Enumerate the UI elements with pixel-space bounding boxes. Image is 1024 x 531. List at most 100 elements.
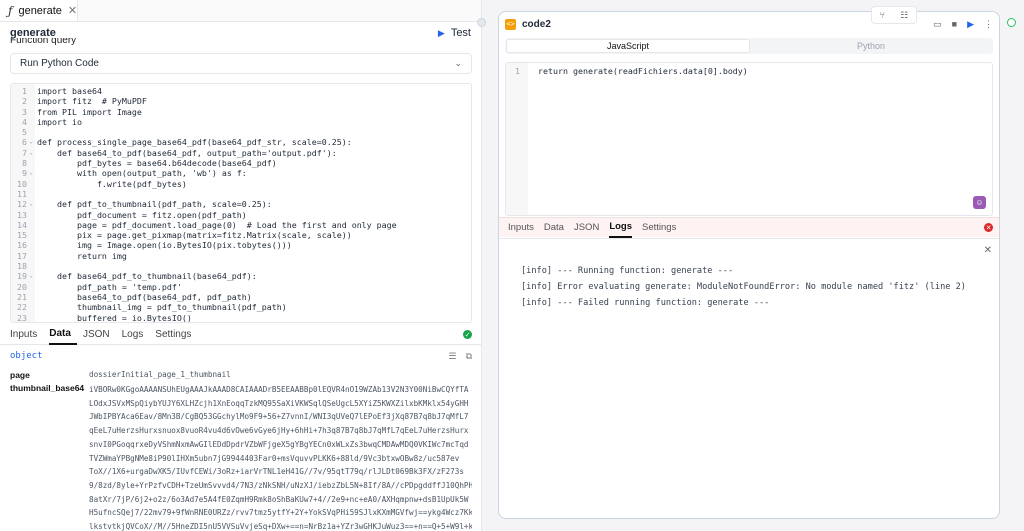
close-icon[interactable]: ✕	[984, 245, 992, 256]
code-text: return img	[37, 250, 127, 261]
node-toolbar: ⑂ ☷	[871, 6, 917, 24]
fold-chevron-icon[interactable]	[27, 313, 35, 322]
lang-python[interactable]: Python	[750, 39, 992, 53]
code-text: thumbnail_img = pdf_to_thumbnail(pdf_pat…	[37, 302, 287, 313]
line-number: 22	[17, 302, 27, 313]
fold-chevron-icon[interactable]	[27, 127, 35, 137]
tab-logs[interactable]: Logs	[122, 325, 150, 345]
lang-javascript[interactable]: JavaScript	[506, 39, 750, 53]
fold-chevron-icon[interactable]	[27, 210, 35, 220]
code-text: page = pdf_document.load_page(0) # Load …	[37, 219, 397, 230]
fold-chevron-icon[interactable]	[27, 220, 35, 230]
collapse-icon[interactable]: ☰	[448, 351, 456, 362]
fold-chevron-icon[interactable]	[27, 292, 35, 302]
code2-node[interactable]: <> code2 ▭ ■ ▶ ⋮ JavaScript Python 1 retu…	[498, 11, 1000, 519]
copy-icon[interactable]: ⧉	[466, 351, 472, 362]
tab-data[interactable]: Data	[49, 325, 77, 345]
run-icon[interactable]: ▶	[967, 19, 974, 30]
fold-chevron-icon[interactable]	[27, 179, 35, 189]
base64-line: TVZWmaYPBgNMe8iP90lIHXm5ubn7jG9944403Far…	[89, 453, 460, 463]
fold-chevron-icon[interactable]	[27, 96, 35, 106]
code-text: pdf_path = 'temp.pdf'	[37, 281, 182, 292]
code-line: 18	[11, 261, 471, 271]
code-line: 22 thumbnail_img = pdf_to_thumbnail(pdf_…	[11, 302, 471, 312]
fold-chevron-icon[interactable]	[27, 282, 35, 292]
fold-chevron-icon[interactable]	[520, 66, 528, 76]
js-code-editor[interactable]: 1 return generate(readFichiers.data[0].bo…	[505, 62, 993, 216]
fold-chevron-icon[interactable]	[27, 86, 35, 96]
line-number: 2	[22, 96, 27, 107]
code-text: def process_single_page_base64_pdf(base6…	[37, 137, 352, 148]
run-mode-select[interactable]: Run Python Code ⌄	[10, 53, 472, 74]
base64-line: lkstvtkjQVCoX//M//5HneZDI5nU5VVSuVvjeSq+…	[89, 522, 472, 531]
base64-line: iVBORw0KGgoAAAANSUhEUgAAAJkAAAD8CAIAAADr…	[89, 385, 469, 394]
thumbnail-base64-value: iVBORw0KGgoAAAANSUhEUgAAAJkAAAD8CAIAAADr…	[89, 383, 472, 531]
tab-settings[interactable]: Settings	[642, 218, 676, 238]
tab-inputs[interactable]: Inputs	[10, 325, 43, 345]
code-text: f.write(pdf_bytes)	[37, 178, 187, 189]
test-button[interactable]: ▶ Test	[438, 27, 471, 39]
tab-generate[interactable]: ƒ generate ✕	[0, 0, 78, 21]
python-code-editor[interactable]: 1 import base64 2 import fitz # PyMuPDF 3 fro…	[10, 83, 472, 323]
code-line: 2 import fitz # PyMuPDF	[11, 96, 471, 106]
code-line: 11	[11, 189, 471, 199]
line-number: 3	[22, 106, 27, 117]
base64-line: ToX//1X6+urgaDwXK5/IUvfCEWi/3oRz+iarVrTN…	[89, 467, 464, 477]
close-icon[interactable]: ✕	[68, 4, 77, 17]
fold-chevron-icon[interactable]	[27, 251, 35, 261]
fold-chevron-icon[interactable]: ⌄	[27, 137, 35, 147]
code-text: import fitz # PyMuPDF	[37, 96, 147, 107]
tab-json[interactable]: JSON	[574, 218, 599, 238]
fold-chevron-icon[interactable]: ⌄	[27, 271, 35, 281]
line-number: 18	[17, 261, 27, 272]
line-number: 4	[22, 116, 27, 127]
run-mode-value: Run Python Code	[20, 58, 99, 69]
code-text: img = Image.open(io.BytesIO(pix.tobytes(…	[37, 240, 292, 251]
fold-chevron-icon[interactable]	[27, 117, 35, 127]
code-line: 13 pdf_document = fitz.open(pdf_path)	[11, 210, 471, 220]
data-key: page	[10, 370, 30, 380]
code-text: pix = page.get_pixmap(matrix=fitz.Matrix…	[37, 230, 352, 241]
code-text: from PIL import Image	[37, 106, 142, 117]
branch-icon[interactable]: ⑂	[880, 10, 885, 20]
code-line: 3 from PIL import Image	[11, 107, 471, 117]
node-title: code2	[522, 18, 551, 30]
base64-line: H5ufncSQej7/22mv79+9fWnRNE0URZz/rvv7tmz5…	[89, 508, 472, 518]
code-line: 19 ⌄ def base64_pdf_to_thumbnail(base64_p…	[11, 271, 471, 281]
code-line: 15 pix = page.get_pixmap(matrix=fitz.Mat…	[11, 230, 471, 240]
stop-icon[interactable]: ■	[952, 19, 957, 29]
tab-data[interactable]: Data	[544, 218, 564, 238]
layout-icon[interactable]: ☷	[900, 10, 908, 21]
line-number: 1	[22, 86, 27, 96]
code-lines: 1 import base64 2 import fitz # PyMuPDF 3 fro…	[11, 86, 471, 322]
tab-inputs[interactable]: Inputs	[508, 218, 534, 238]
minimize-icon[interactable]: ▭	[933, 19, 942, 30]
base64-line: 9/8zd/8yle+YrPzfvCDH+TzeUmSvvvd4/7N3/zNk…	[89, 480, 472, 490]
code-text: def base64_to_pdf(base64_pdf, output_pat…	[37, 147, 337, 158]
code-text: with open(output_path, 'wb') as f:	[37, 168, 247, 179]
fold-chevron-icon[interactable]	[27, 189, 35, 199]
code-text: return generate(readFichiers.data[0].bod…	[538, 66, 748, 76]
output-connector[interactable]	[1007, 18, 1016, 27]
data-type-label: object	[10, 351, 43, 361]
ai-assistant-icon[interactable]: ☺	[973, 196, 986, 209]
code-line: 1 import base64	[11, 86, 471, 96]
fold-chevron-icon[interactable]: ⌄	[27, 148, 35, 158]
tab-settings[interactable]: Settings	[155, 325, 197, 345]
function-icon: ƒ	[8, 3, 13, 18]
fold-chevron-icon[interactable]	[27, 158, 35, 168]
more-icon[interactable]: ⋮	[984, 19, 993, 30]
base64-line: qEeL7uHerzsHurxsnuox8vuoR4vu4d6vOwe6vGye…	[89, 426, 469, 436]
input-connector[interactable]	[477, 18, 486, 27]
fold-chevron-icon[interactable]: ⌄	[27, 199, 35, 209]
fold-chevron-icon[interactable]	[27, 240, 35, 250]
line-number: 19	[17, 271, 27, 282]
fold-chevron-icon[interactable]	[27, 107, 35, 117]
tab-logs[interactable]: Logs	[609, 218, 633, 238]
fold-chevron-icon[interactable]: ⌄	[27, 168, 35, 178]
tab-json[interactable]: JSON	[83, 325, 116, 345]
fold-chevron-icon[interactable]	[27, 302, 35, 312]
fold-chevron-icon[interactable]	[27, 261, 35, 271]
fold-chevron-icon[interactable]	[27, 230, 35, 240]
tab-label: generate	[18, 4, 62, 17]
